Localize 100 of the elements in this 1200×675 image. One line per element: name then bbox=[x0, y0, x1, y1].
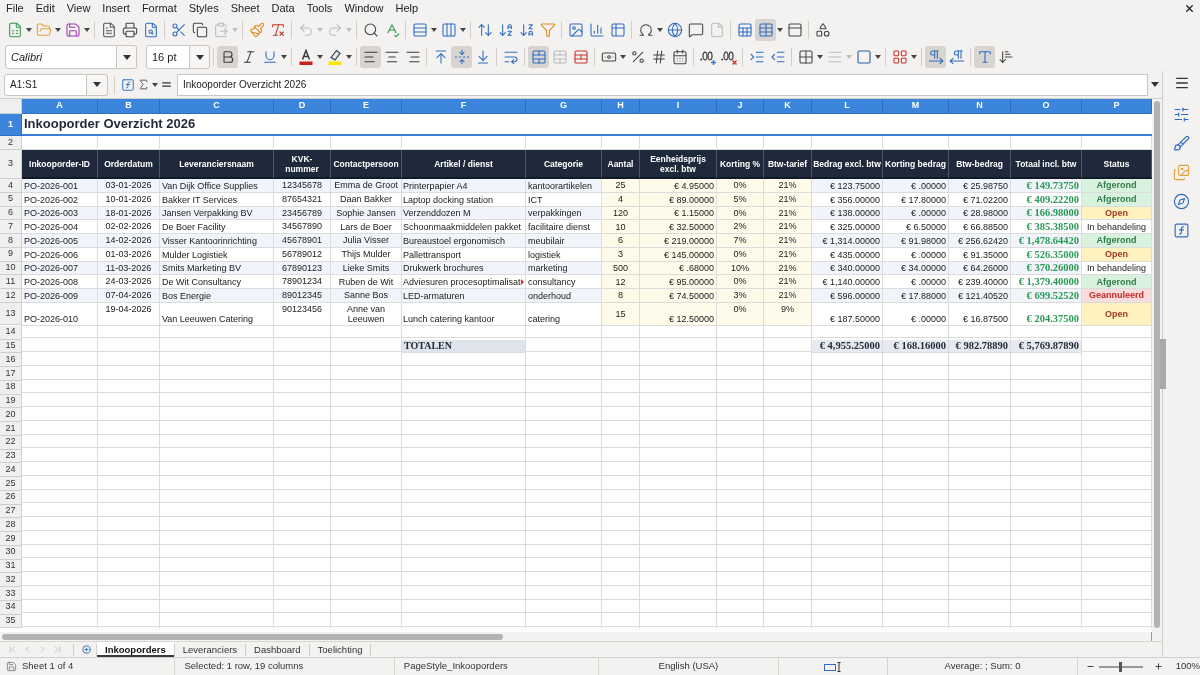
table-cell: 21% bbox=[764, 220, 812, 234]
row-number[interactable]: 28 bbox=[0, 518, 22, 532]
font-name-field[interactable]: Calibri bbox=[5, 45, 117, 69]
merge-center-button[interactable] bbox=[528, 46, 549, 68]
column-letter[interactable]: O bbox=[1011, 99, 1082, 114]
zoom-in-button[interactable] bbox=[1153, 660, 1164, 673]
menu-item[interactable]: Tools bbox=[300, 0, 339, 17]
row-number[interactable]: 4 bbox=[0, 179, 22, 193]
table-cell: 9% bbox=[764, 302, 812, 326]
sheet-tab[interactable]: Dashboard bbox=[246, 642, 309, 657]
column-letter[interactable]: I bbox=[640, 99, 717, 114]
formula-input[interactable]: Inkooporder Overzicht 2026 bbox=[176, 73, 1148, 96]
table-cell: 14-02-2026 bbox=[98, 234, 160, 248]
table-cell: € 596.00000 bbox=[812, 289, 883, 303]
column-letter[interactable]: D bbox=[274, 99, 331, 114]
sheet-tab[interactable]: Toelichting bbox=[309, 642, 371, 657]
table-cell: 89012345 bbox=[274, 289, 331, 303]
rectangle-cursor-icon bbox=[823, 661, 842, 672]
sheet-tab[interactable]: Inkooporders bbox=[97, 642, 174, 657]
caret-icon bbox=[317, 28, 323, 32]
document-magnifier-icon bbox=[142, 22, 159, 38]
menu-item[interactable]: Edit bbox=[29, 0, 61, 17]
scrollbar-thumb[interactable] bbox=[2, 633, 503, 640]
undo-icon bbox=[297, 22, 314, 38]
name-box-field[interactable]: A1:S1 bbox=[4, 73, 87, 96]
row-number[interactable]: 14 bbox=[0, 325, 22, 340]
menu-item[interactable]: Help bbox=[389, 0, 425, 17]
row-number[interactable]: 13 bbox=[0, 302, 22, 325]
menu-item[interactable]: Format bbox=[135, 0, 183, 17]
column-letter[interactable]: P bbox=[1082, 99, 1152, 114]
menu-item[interactable]: File bbox=[0, 0, 30, 17]
row-number[interactable]: 29 bbox=[0, 532, 22, 546]
zoom-slider-thumb[interactable] bbox=[1119, 661, 1123, 672]
menu-item[interactable]: Styles bbox=[182, 0, 225, 17]
row-number[interactable]: 12 bbox=[0, 289, 22, 303]
column-letter[interactable]: L bbox=[812, 99, 883, 114]
table-cell: € 123.75000 bbox=[812, 179, 883, 193]
menu-item[interactable]: Sheet bbox=[224, 0, 266, 17]
column-letter[interactable]: B bbox=[98, 99, 160, 114]
caret-icon bbox=[817, 55, 823, 59]
column-letter[interactable]: F bbox=[402, 99, 526, 114]
center-vertically-button[interactable] bbox=[451, 46, 472, 68]
column-letter[interactable]: E bbox=[331, 99, 402, 114]
chevron-icon bbox=[52, 644, 63, 655]
bold-button[interactable] bbox=[217, 46, 238, 68]
left-to-right-button[interactable] bbox=[925, 46, 946, 68]
column-letter[interactable]: J bbox=[717, 99, 764, 114]
row-number[interactable]: 33 bbox=[0, 587, 22, 601]
caret-icon bbox=[84, 28, 90, 32]
menu-item[interactable]: Data bbox=[265, 0, 301, 17]
row-number[interactable]: 1 bbox=[0, 114, 22, 136]
column-letter[interactable]: N bbox=[949, 99, 1011, 114]
add-sheet-button[interactable] bbox=[80, 642, 92, 657]
row-number[interactable]: 8 bbox=[0, 234, 22, 248]
row-number[interactable]: 21 bbox=[0, 422, 22, 436]
sidebar-resize-handle[interactable] bbox=[1160, 339, 1166, 389]
indent-increase-icon bbox=[748, 49, 765, 65]
column-letter[interactable]: C bbox=[160, 99, 274, 114]
wrap-text-icon bbox=[502, 49, 519, 65]
spreadsheet-file-icon bbox=[6, 22, 23, 38]
caret-icon bbox=[1151, 82, 1159, 87]
column-letter[interactable]: K bbox=[764, 99, 812, 114]
dropdown-button[interactable] bbox=[86, 73, 108, 96]
sheet-tab[interactable]: Leveranciers bbox=[174, 642, 246, 657]
horizontal-scrollbar[interactable] bbox=[0, 632, 1152, 641]
row-number[interactable]: 24 bbox=[0, 463, 22, 477]
caret-icon bbox=[92, 82, 101, 87]
table-cell: € 12.50000 bbox=[640, 302, 717, 326]
menu-item[interactable]: View bbox=[60, 0, 97, 17]
row-number[interactable]: 7 bbox=[0, 220, 22, 234]
row-number[interactable]: 16 bbox=[0, 353, 22, 367]
row-number[interactable]: 3 bbox=[0, 150, 22, 179]
caret-icon bbox=[460, 28, 466, 32]
page-icon bbox=[708, 22, 725, 38]
images-icon bbox=[1173, 163, 1190, 181]
column-letter[interactable]: A bbox=[22, 99, 98, 114]
scrollbar-thumb[interactable] bbox=[1154, 101, 1160, 628]
text-horizontal-button[interactable] bbox=[974, 46, 995, 68]
row-number[interactable]: 17 bbox=[0, 367, 22, 381]
column-letter[interactable]: G bbox=[526, 99, 602, 114]
row-number[interactable]: 2 bbox=[0, 136, 22, 150]
dropdown-button[interactable] bbox=[117, 45, 137, 69]
menu-item[interactable]: Insert bbox=[96, 0, 136, 17]
column-letter[interactable]: M bbox=[883, 99, 949, 114]
row-number[interactable]: 32 bbox=[0, 573, 22, 587]
row-number[interactable]: 20 bbox=[0, 408, 22, 422]
arrow-z-a-icon bbox=[518, 22, 535, 38]
table-header: Btw-tarief bbox=[764, 150, 812, 179]
split-cells-icon bbox=[572, 49, 589, 65]
compass-icon bbox=[1173, 192, 1190, 210]
table-cell: € 95.00000 bbox=[640, 275, 717, 289]
menu-item[interactable]: Window bbox=[338, 0, 390, 17]
row-number[interactable]: 11 bbox=[0, 275, 22, 289]
totals-label: TOTALEN bbox=[402, 339, 526, 354]
dropdown-button[interactable] bbox=[190, 45, 210, 69]
column-letter[interactable]: H bbox=[602, 99, 640, 114]
row-number[interactable]: 25 bbox=[0, 477, 22, 491]
font-size-field[interactable]: 16 pt bbox=[146, 45, 190, 69]
table-cell: € 17.88000 bbox=[883, 289, 949, 303]
align-left-button[interactable] bbox=[360, 46, 381, 68]
